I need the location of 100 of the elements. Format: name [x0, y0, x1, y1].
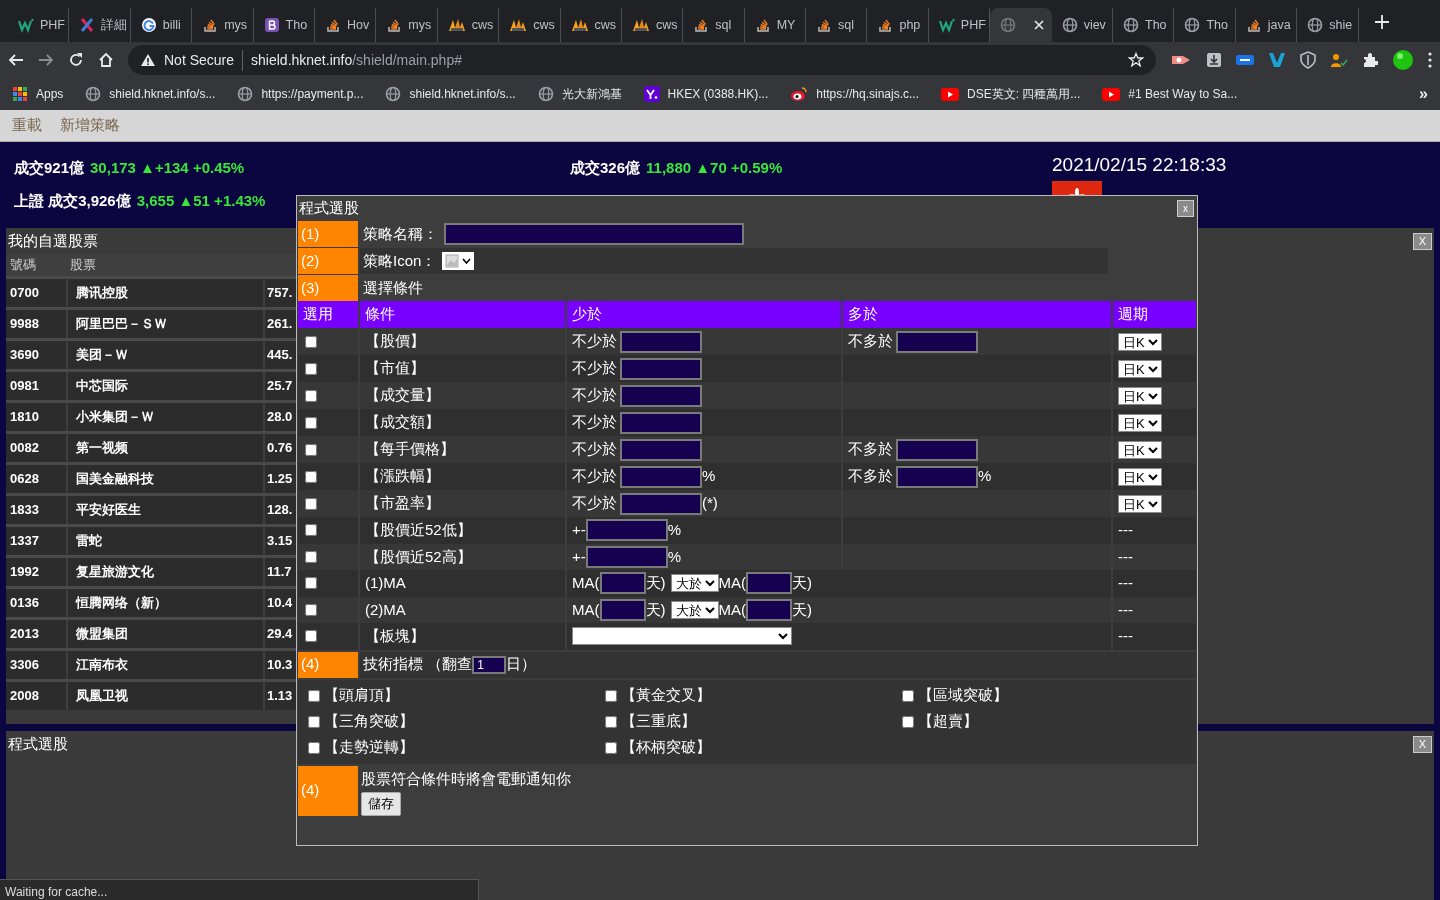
date-time: 2021/02/15 22:18:33 — [1052, 153, 1227, 177]
input-field[interactable] — [620, 492, 702, 515]
bookmark-link[interactable]: https://hq.sinajs.c... — [790, 85, 919, 103]
stock-name: 腾讯控股 — [76, 284, 128, 303]
period-select[interactable]: 日K — [1118, 386, 1162, 405]
input-field[interactable] — [599, 598, 646, 621]
checkbox[interactable] — [605, 715, 617, 728]
checkbox[interactable] — [305, 550, 317, 563]
checkbox[interactable] — [605, 741, 617, 754]
checkbox[interactable] — [305, 524, 317, 537]
period-select[interactable]: 日K — [1118, 413, 1162, 432]
bookmark-link[interactable]: 光大新鴻基 — [537, 85, 622, 103]
checkbox[interactable] — [305, 577, 317, 590]
checkbox[interactable] — [305, 416, 317, 429]
field-label: 不少於 — [572, 385, 617, 406]
checkbox[interactable] — [308, 715, 320, 728]
v-shape-icon — [1268, 52, 1286, 68]
bookmark-link[interactable]: shield.hknet.info/s... — [85, 85, 216, 103]
indicator-label: 【頭肩頂】 — [324, 685, 399, 706]
menu-link[interactable]: 新增策略 — [60, 114, 120, 137]
checkbox[interactable] — [308, 741, 320, 754]
cross-icon — [79, 17, 96, 33]
bookmark-link[interactable]: DSE英文: 四種萬用... — [941, 85, 1081, 103]
field-label: 天) — [792, 573, 812, 593]
input-field[interactable] — [620, 438, 702, 461]
unit-label: +- — [572, 546, 586, 567]
period-select[interactable]: 日K — [1118, 440, 1162, 459]
menu-link[interactable]: 重載 — [12, 114, 42, 137]
condition-label: 【漲跌幅】 — [365, 466, 440, 487]
indicator-label: 【黃金交叉】 — [621, 685, 711, 706]
stock-price: 1.25 — [267, 470, 293, 489]
period-select[interactable]: 日K — [1118, 494, 1162, 513]
input-field[interactable] — [585, 519, 668, 542]
input-field[interactable] — [585, 545, 668, 568]
input-field[interactable] — [896, 438, 978, 461]
input-field[interactable] — [620, 465, 702, 488]
stock-code: 1992 — [10, 563, 39, 582]
period-select[interactable]: 日K — [1118, 359, 1162, 378]
bookmark-link[interactable]: #1 Best Way to Sa... — [1102, 85, 1238, 103]
stock-code: 3690 — [10, 346, 39, 365]
stock-code: 3306 — [10, 656, 39, 675]
checkbox[interactable] — [305, 389, 317, 402]
bookmark-link[interactable]: Apps — [12, 85, 64, 103]
checkbox[interactable] — [305, 497, 317, 510]
condition-label: 【板塊】 — [365, 626, 425, 646]
input-field[interactable] — [599, 572, 646, 595]
save-button[interactable]: 儲存 — [361, 792, 401, 816]
caret-icon — [462, 258, 472, 264]
stock-name: 小米集团－Ｗ — [76, 408, 154, 427]
field-label: 不少於 — [572, 466, 617, 487]
browser-tab[interactable] — [990, 8, 1052, 42]
checkbox[interactable] — [605, 689, 617, 702]
star-icon — [1128, 52, 1144, 68]
checkbox[interactable] — [305, 603, 317, 616]
field-label: 不少於 — [572, 439, 617, 460]
condition-label: (1)MA — [365, 573, 406, 593]
input-field[interactable] — [444, 223, 744, 245]
field-label: 不少於 — [572, 331, 617, 352]
period-select[interactable]: 日K — [1118, 467, 1162, 486]
input-field[interactable] — [620, 357, 702, 380]
stack-icon — [877, 17, 894, 33]
compare-select[interactable]: 大於 — [670, 600, 719, 619]
checkbox[interactable] — [305, 630, 317, 643]
step-number: (4) — [298, 651, 358, 678]
bookmark-link[interactable]: shield.hknet.info/s... — [385, 85, 516, 103]
stock-name: 美团－Ｗ — [76, 346, 128, 365]
sector-select[interactable] — [572, 627, 792, 646]
field-label: 日） — [506, 654, 537, 675]
input-field[interactable]: 1 — [472, 655, 507, 674]
checkbox[interactable] — [902, 689, 914, 702]
input-field[interactable] — [620, 384, 702, 407]
home-icon — [98, 52, 114, 68]
stock-code: 0700 — [10, 284, 39, 303]
input-field[interactable] — [620, 330, 702, 353]
bookmark-link[interactable]: HKEX (0388.HK)... — [643, 85, 769, 103]
checkbox[interactable] — [305, 335, 317, 348]
input-field[interactable] — [746, 598, 792, 621]
icon-select[interactable] — [442, 252, 475, 270]
dialog-title: 程式選股 — [299, 197, 359, 218]
globe-icon — [1123, 17, 1140, 33]
input-field[interactable] — [620, 411, 702, 434]
period-select[interactable]: 日K — [1118, 332, 1162, 351]
input-field[interactable] — [896, 465, 978, 488]
globe-icon — [385, 86, 402, 102]
compare-select[interactable]: 大於 — [670, 574, 719, 593]
index-quote: 11,880 ▲70 +0.59% — [646, 158, 783, 179]
checkbox[interactable] — [305, 362, 317, 375]
checkbox[interactable] — [902, 715, 914, 728]
address-bar[interactable]: Not Secure shield.hknet.info/shield/main.php# — [128, 45, 1156, 75]
checkbox[interactable] — [305, 470, 317, 483]
more-bookmarks-button[interactable]: » — [1419, 82, 1428, 106]
google-icon — [140, 17, 157, 33]
indicator-label: 【區域突破】 — [918, 685, 1008, 706]
input-field[interactable] — [896, 330, 978, 353]
checkbox[interactable] — [305, 443, 317, 456]
stock-name: 中芯国际 — [76, 377, 128, 396]
bookmark-link[interactable]: https://payment.p... — [237, 85, 364, 103]
input-field[interactable] — [746, 572, 792, 595]
period-text: --- — [1118, 520, 1133, 540]
checkbox[interactable] — [308, 689, 320, 702]
